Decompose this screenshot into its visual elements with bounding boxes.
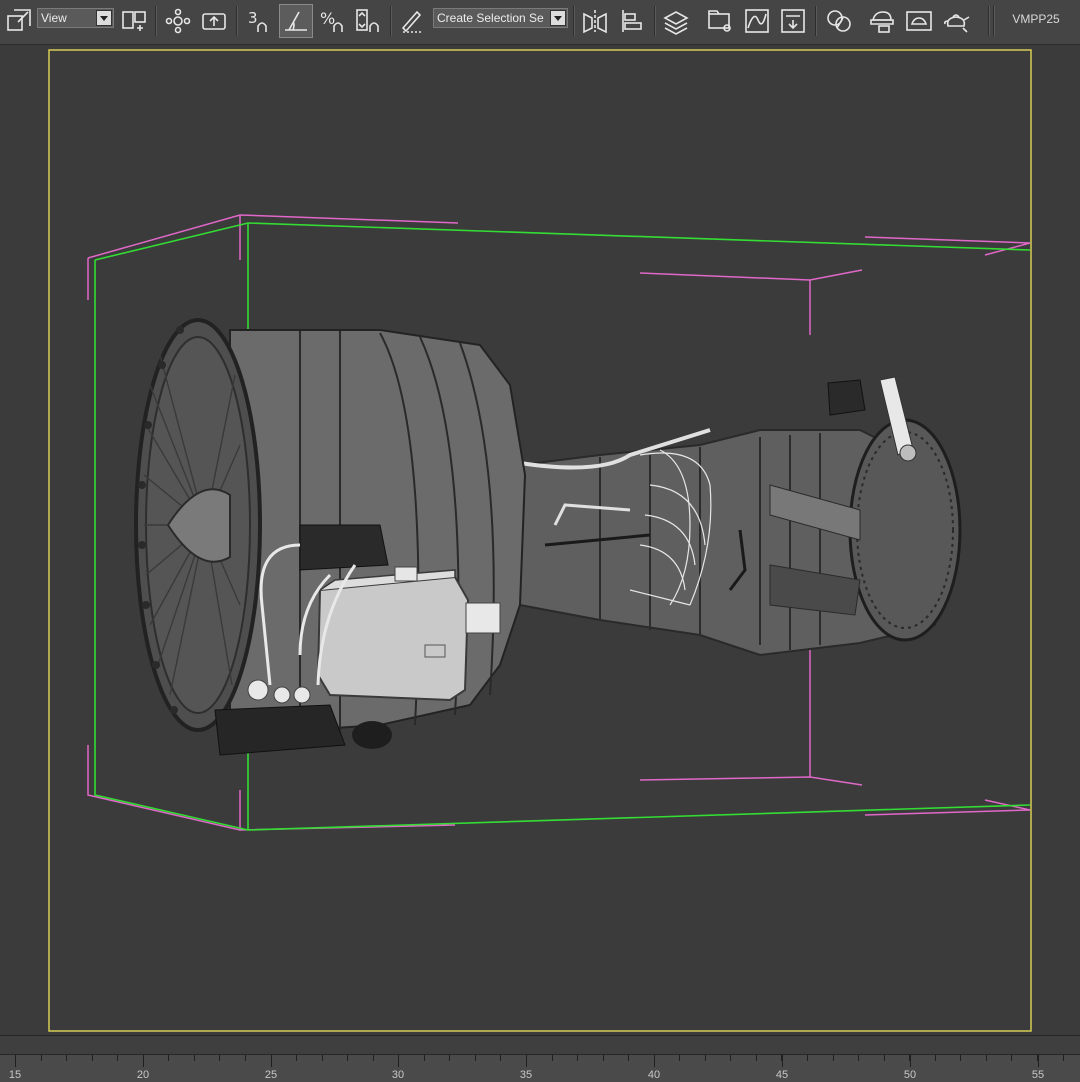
ruler-minor-tick (705, 1055, 706, 1061)
ruler-minor-tick (526, 1055, 527, 1061)
ruler-minor-tick (1037, 1055, 1038, 1061)
layer-manager-icon[interactable] (659, 4, 693, 38)
render-setup-icon[interactable] (865, 4, 899, 38)
ruler-minor-tick (143, 1055, 144, 1061)
ruler-minor-tick (41, 1055, 42, 1061)
ruler-minor-tick (194, 1055, 195, 1061)
ruler-minor-tick (500, 1055, 501, 1061)
ruler-minor-tick (168, 1055, 169, 1061)
ruler-minor-tick (475, 1055, 476, 1061)
keyboard-shortcut-override-icon[interactable] (197, 4, 231, 38)
ruler-minor-tick (373, 1055, 374, 1061)
ruler-minor-tick (1063, 1055, 1064, 1061)
ruler-tick-label: 55 (1031, 1069, 1045, 1081)
ruler-minor-tick (322, 1055, 323, 1061)
ruler-minor-tick (219, 1055, 220, 1061)
ruler-minor-tick (271, 1055, 272, 1061)
ruler-minor-tick (449, 1055, 450, 1061)
ruler-minor-tick (858, 1055, 859, 1061)
spinner-snap-toggle-icon[interactable] (351, 4, 385, 38)
select-and-manipulate-icon[interactable] (161, 4, 195, 38)
ruler-tick (1038, 1055, 1039, 1067)
ruler-minor-tick (781, 1055, 782, 1061)
ruler-minor-tick (909, 1055, 910, 1061)
ruler-minor-tick (756, 1055, 757, 1061)
ruler-minor-tick (935, 1055, 936, 1061)
ruler-minor-tick (245, 1055, 246, 1061)
align-icon[interactable] (615, 4, 649, 38)
turbofan-engine-model[interactable] (134, 318, 962, 756)
ruler-minor-tick (15, 1055, 16, 1061)
ruler-minor-tick (884, 1055, 885, 1061)
render-production-teapot-icon[interactable] (939, 4, 973, 38)
snaps-toggle-icon[interactable]: 3 (242, 4, 276, 38)
ruler-minor-tick (577, 1055, 578, 1061)
ruler-minor-tick (552, 1055, 553, 1061)
percent-snap-label: % (320, 9, 335, 28)
ruler-minor-tick (424, 1055, 425, 1061)
ruler-minor-tick (1011, 1055, 1012, 1061)
named-selection-sets-value: Create Selection Se (437, 11, 544, 25)
ruler-tick-label: 40 (647, 1069, 661, 1081)
ruler-minor-tick (398, 1055, 399, 1061)
ruler-minor-tick (807, 1055, 808, 1061)
ruler-minor-tick (730, 1055, 731, 1061)
angle-snap-toggle-icon[interactable] (279, 4, 313, 38)
mirror-icon[interactable] (578, 4, 612, 38)
snaps-toggle-label: 3 (248, 9, 258, 27)
ruler-minor-tick (92, 1055, 93, 1061)
percent-snap-toggle-icon[interactable]: % (315, 4, 349, 38)
ruler-tick-label: 50 (903, 1069, 917, 1081)
scene-explorer-icon[interactable] (703, 4, 737, 38)
ruler-tick-label: 35 (519, 1069, 533, 1081)
ruler-tick (910, 1055, 911, 1067)
chevron-down-icon[interactable] (550, 10, 566, 26)
curve-editor-icon[interactable] (740, 4, 774, 38)
ruler-tick-label: 25 (264, 1069, 278, 1081)
rendered-frame-window-icon[interactable] (902, 4, 936, 38)
workspace-label: VMPP25 (1012, 12, 1060, 26)
chevron-down-icon[interactable] (96, 10, 112, 26)
named-selection-sets-combo[interactable]: Create Selection Se (433, 8, 568, 28)
ruler-tick-label: 45 (775, 1069, 789, 1081)
pivot-center-icon[interactable] (117, 4, 151, 38)
edit-named-selection-icon[interactable] (395, 4, 429, 38)
perspective-viewport[interactable] (0, 45, 1080, 1035)
ruler-minor-tick (347, 1055, 348, 1061)
ruler-minor-tick (603, 1055, 604, 1061)
ruler-minor-tick (296, 1055, 297, 1061)
select-and-scale-icon[interactable] (2, 4, 36, 38)
ruler-minor-tick (833, 1055, 834, 1061)
time-slider-ruler[interactable]: 15 20 25 30 35 40 45 50 55 (0, 1035, 1080, 1082)
ruler-minor-tick (654, 1055, 655, 1061)
ruler-minor-tick (960, 1055, 961, 1061)
ruler-minor-tick (117, 1055, 118, 1061)
ruler-minor-tick (66, 1055, 67, 1061)
ruler-tick-label: 20 (136, 1069, 150, 1081)
reference-coordinate-combo[interactable]: View (37, 8, 114, 28)
main-toolbar: View 3 % Create Selection Se VMPP25 (0, 0, 1080, 45)
ruler-minor-tick (679, 1055, 680, 1061)
trackbar[interactable]: 15 20 25 30 35 40 45 50 55 (0, 1054, 1080, 1082)
ruler-tick (782, 1055, 783, 1067)
ruler-tick-label: 30 (391, 1069, 405, 1081)
viewport-scene[interactable] (0, 45, 1080, 1035)
ruler-minor-tick (628, 1055, 629, 1061)
schematic-view-icon[interactable] (776, 4, 810, 38)
ruler-tick-label: 15 (8, 1069, 22, 1081)
ruler-minor-tick (986, 1055, 987, 1061)
material-editor-icon[interactable] (821, 4, 855, 38)
